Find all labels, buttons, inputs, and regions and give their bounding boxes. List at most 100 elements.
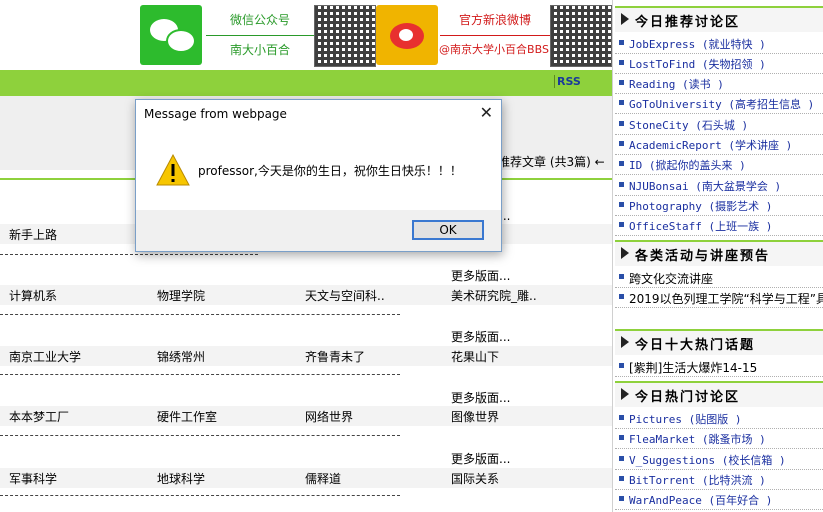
arrow-icon xyxy=(621,336,629,348)
board-link[interactable]: NJUBonsai (南大盆景学会 ) xyxy=(629,178,781,194)
bullet-icon xyxy=(619,141,624,146)
board-link[interactable]: 硬件工作室 xyxy=(157,408,217,425)
bullet-icon xyxy=(619,222,624,227)
ok-button[interactable]: OK xyxy=(412,220,484,240)
bullet-icon xyxy=(619,415,624,420)
board-link[interactable]: OfficeStaff (上班一族 ) xyxy=(629,218,772,234)
board-link[interactable]: 儒释道 xyxy=(305,470,341,487)
recommend-articles-link[interactable]: 多推荐文章 (共3篇) ← xyxy=(486,153,605,170)
more-boards-link[interactable]: 更多版面... xyxy=(451,267,510,284)
board-link[interactable]: AcademicReport (学术讲座 ) xyxy=(629,137,792,153)
sidebar-section-header: 今日推荐讨论区 xyxy=(615,6,823,32)
board-link[interactable]: 图像世界 xyxy=(451,408,499,425)
board-link[interactable]: JobExpress (就业特快 ) xyxy=(629,36,766,52)
bullet-icon xyxy=(619,274,624,279)
board-link[interactable]: 锦绣常州 xyxy=(157,348,205,365)
board-link[interactable]: 地球科学 xyxy=(157,470,205,487)
sidebar-board-item[interactable]: Reading (读书 ) xyxy=(615,74,823,94)
sidebar-board-item[interactable]: Photography (摄影艺术 ) xyxy=(615,196,823,216)
bullet-icon xyxy=(619,100,624,105)
board-link[interactable]: 本本梦工厂 xyxy=(9,408,69,425)
board-link[interactable]: FleaMarket (跳蚤市场 ) xyxy=(629,431,766,447)
event-link[interactable]: 2019以色列理工学院“科学与工程”具 xyxy=(629,290,823,307)
board-link[interactable]: 新手上路 xyxy=(9,226,57,243)
board-link[interactable]: 物理学院 xyxy=(157,287,205,304)
sidebar-event-item[interactable]: 2019以色列理工学院“科学与工程”具 xyxy=(615,288,823,308)
dotted-divider xyxy=(0,435,400,437)
sidebar-board-item[interactable]: StoneCity (石头城 ) xyxy=(615,115,823,135)
header-banner: 微信公众号 南大小百合 官方新浪微博 @南京大学小百合BBS xyxy=(140,3,612,67)
bullet-icon xyxy=(619,496,624,501)
board-link[interactable]: Reading (读书 ) xyxy=(629,76,724,92)
board-link[interactable]: 南京工业大学 xyxy=(9,348,81,365)
bullet-icon xyxy=(619,435,624,440)
sidebar-board-item[interactable]: FleaMarket (跳蚤市场 ) xyxy=(615,429,823,449)
board-row: 计算机系 物理学院 天文与空间科.. 美术研究院_雕.. xyxy=(0,285,612,305)
more-boards-link[interactable]: 更多版面... xyxy=(451,328,510,345)
alert-dialog: Message from webpage ✕ professor,今天是你的生日… xyxy=(135,99,502,252)
close-icon[interactable]: ✕ xyxy=(480,103,493,122)
bullet-icon xyxy=(619,456,624,461)
board-row: 军事科学 地球科学 儒释道 国际关系 xyxy=(0,468,612,488)
dotted-divider xyxy=(0,495,400,497)
bullet-icon xyxy=(619,80,624,85)
board-link[interactable]: 花果山下 xyxy=(451,348,499,365)
board-link[interactable]: 网络世界 xyxy=(305,408,353,425)
arrow-icon xyxy=(621,13,629,25)
sidebar-board-item[interactable]: LostToFind (失物招领 ) xyxy=(615,54,823,74)
section-title: 各类活动与讲座预告 xyxy=(635,249,771,264)
bullet-icon xyxy=(619,40,624,45)
sidebar-section-header: 各类活动与讲座预告 xyxy=(615,240,823,266)
board-link[interactable]: WarAndPeace (百年好合 ) xyxy=(629,492,772,508)
sidebar-board-item[interactable]: NJUBonsai (南大盆景学会 ) xyxy=(615,176,823,196)
main-content: 微信公众号 南大小百合 官方新浪微博 @南京大学小百合BBS RSS 多推荐文章… xyxy=(0,0,612,512)
event-link[interactable]: 跨文化交流讲座 xyxy=(629,270,713,287)
dialog-body: professor,今天是你的生日，祝你生日快乐！！！ xyxy=(136,130,501,210)
bullet-icon xyxy=(619,121,624,126)
sidebar-board-item[interactable]: JobExpress (就业特快 ) xyxy=(615,34,823,54)
board-link[interactable]: Photography (摄影艺术 ) xyxy=(629,198,772,214)
board-link[interactable]: 计算机系 xyxy=(9,287,57,304)
dialog-title: Message from webpage xyxy=(144,107,287,121)
sidebar-topic-item[interactable]: [紫荆]生活大爆炸14-15 xyxy=(615,357,823,377)
bullet-icon xyxy=(619,476,624,481)
sidebar-event-item[interactable]: 跨文化交流讲座 xyxy=(615,268,823,288)
board-link[interactable]: V_Suggestions (校长信箱 ) xyxy=(629,452,786,468)
board-link[interactable]: 美术研究院_雕.. xyxy=(451,287,537,304)
board-link[interactable]: 军事科学 xyxy=(9,470,57,487)
topic-link[interactable]: [紫荆]生活大爆炸14-15 xyxy=(629,359,757,376)
board-link[interactable]: 天文与空间科.. xyxy=(305,287,385,304)
sidebar-board-item[interactable]: OfficeStaff (上班一族 ) xyxy=(615,216,823,236)
board-link[interactable]: StoneCity (石头城 ) xyxy=(629,117,748,133)
board-link[interactable]: ID (掀起你的盖头来 ) xyxy=(629,157,746,173)
sidebar-board-item[interactable]: Pictures (贴图版 ) xyxy=(615,409,823,429)
sidebar-board-item[interactable]: BitTorrent (比特洪流 ) xyxy=(615,470,823,490)
sidebar-board-item[interactable]: WarAndPeace (百年好合 ) xyxy=(615,490,823,510)
board-link[interactable]: BitTorrent (比特洪流 ) xyxy=(629,472,766,488)
rss-link[interactable]: RSS xyxy=(554,75,581,88)
section-title: 今日推荐讨论区 xyxy=(635,15,741,30)
more-boards-link[interactable]: 更多版面... xyxy=(451,450,510,467)
dialog-message: professor,今天是你的生日，祝你生日快乐！！！ xyxy=(198,164,462,178)
sidebar-board-item[interactable]: ID (掀起你的盖头来 ) xyxy=(615,155,823,175)
dotted-divider xyxy=(0,254,258,256)
dotted-divider xyxy=(0,374,400,376)
bullet-icon xyxy=(619,363,624,368)
weibo-icon xyxy=(376,5,438,65)
board-row: 南京工业大学 锦绣常州 齐鲁青未了 花果山下 xyxy=(0,346,612,366)
wechat-icon xyxy=(140,5,202,65)
board-link[interactable]: GoToUniversity (高考招生信息 ) xyxy=(629,96,814,112)
bullet-icon xyxy=(619,161,624,166)
sidebar-board-item[interactable]: AcademicReport (学术讲座 ) xyxy=(615,135,823,155)
board-link[interactable]: 齐鲁青未了 xyxy=(305,348,365,365)
more-boards-link[interactable]: 更多版面... xyxy=(451,389,510,406)
section-title: 今日十大热门话题 xyxy=(635,338,756,353)
bullet-icon xyxy=(619,202,624,207)
sidebar-board-item[interactable]: V_Suggestions (校长信箱 ) xyxy=(615,450,823,470)
arrow-icon xyxy=(621,388,629,400)
sidebar-board-item[interactable]: GoToUniversity (高考招生信息 ) xyxy=(615,94,823,114)
board-link[interactable]: 国际关系 xyxy=(451,470,499,487)
sidebar: 今日推荐讨论区 JobExpress (就业特快 ) LostToFind (失… xyxy=(612,0,823,512)
board-link[interactable]: LostToFind (失物招领 ) xyxy=(629,56,766,72)
board-link[interactable]: Pictures (贴图版 ) xyxy=(629,411,741,427)
